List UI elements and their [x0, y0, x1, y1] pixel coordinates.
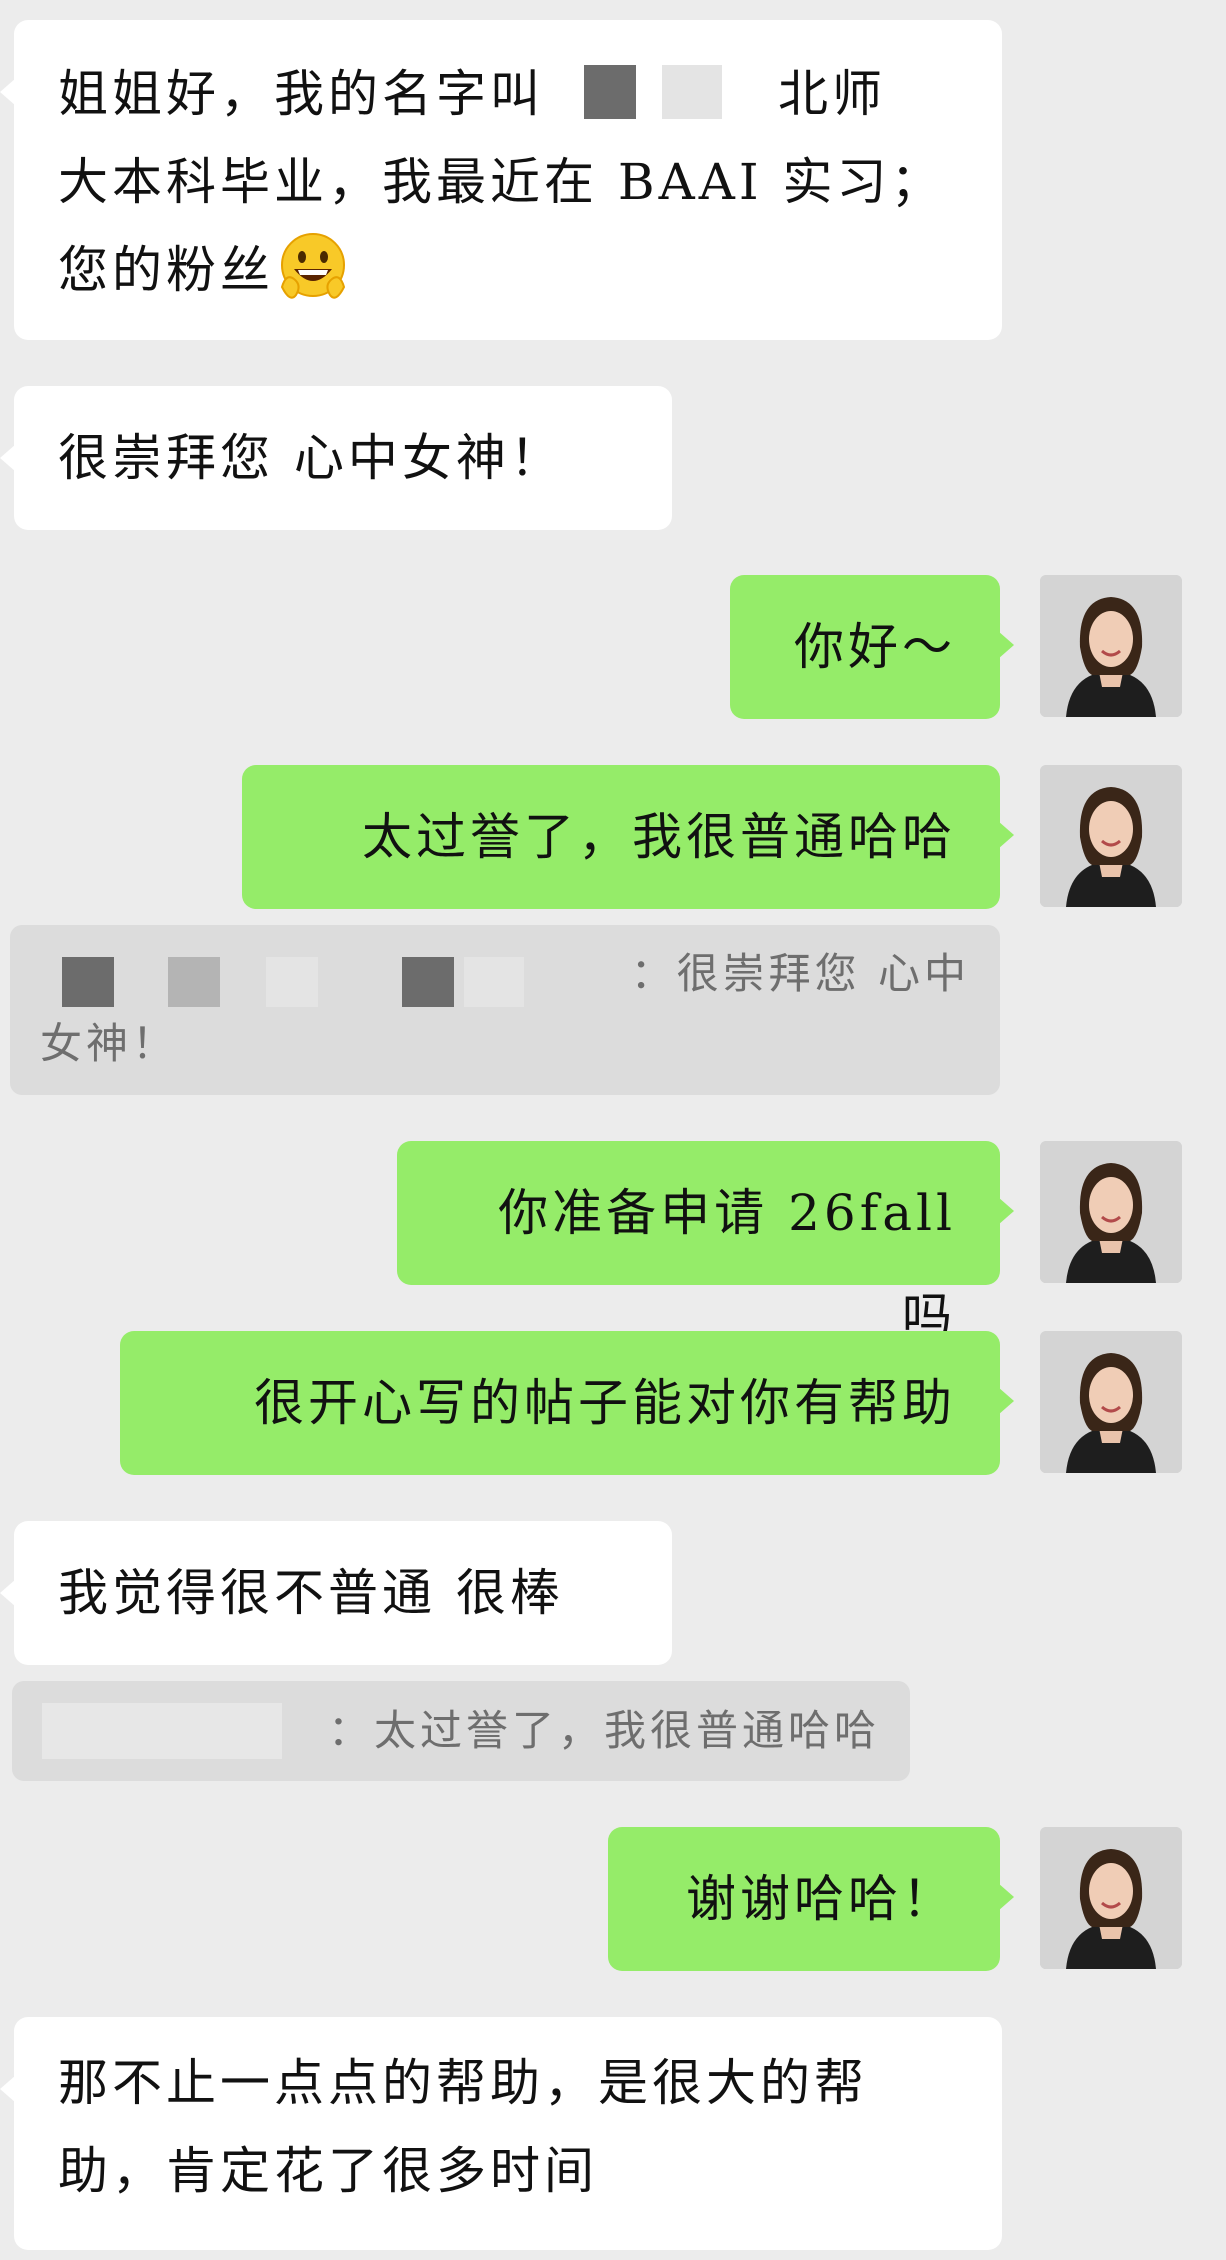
message-bubble-incoming[interactable]: 那不止一点点的帮助，是很大的帮 助，肯定花了很多时间: [0, 2017, 1002, 2250]
message-text: 我觉得很不普通 很棒: [58, 1564, 564, 1622]
redacted-name-block: [266, 957, 318, 1007]
message-text: 太过誉了，我很普通哈哈: [362, 808, 956, 866]
message-bubble-outgoing[interactable]: 谢谢哈哈！: [608, 1827, 1014, 1971]
message-bubble-outgoing[interactable]: 很开心写的帖子能对你有帮助: [120, 1331, 1014, 1475]
message-text: 那不止一点点的帮助，是很大的帮: [58, 2054, 868, 2112]
message-text: 你好～: [794, 618, 956, 676]
redacted-name-block: [168, 957, 220, 1007]
redacted-name-block: [402, 957, 454, 1007]
avatar[interactable]: [1040, 575, 1182, 717]
message-text: 助，肯定花了很多时间: [58, 2142, 598, 2200]
message-bubble-outgoing[interactable]: 太过誉了，我很普通哈哈: [242, 765, 1014, 909]
quoted-text: ：很崇拜您 心中: [630, 949, 970, 998]
message-text: 很崇拜您 心中女神！: [58, 429, 564, 487]
quoted-message[interactable]: ：太过誉了，我很普通哈哈: [12, 1681, 910, 1781]
quoted-text: 女神！: [40, 1019, 179, 1068]
avatar[interactable]: [1040, 1331, 1182, 1473]
redacted-name-block: [584, 65, 636, 119]
message-text: 北师: [778, 65, 886, 123]
message-text: 你准备申请 26fall 吗: [498, 1184, 956, 1346]
message-text: 大本科毕业，我最近在 BAAI 实习；: [58, 153, 945, 211]
message-text: 谢谢哈哈！: [686, 1870, 956, 1928]
message-bubble-incoming-intro[interactable]: 姐姐好，我的名字叫 北师 大本科毕业，我最近在 BAAI 实习； 您的粉丝: [0, 20, 1002, 340]
message-bubble-incoming[interactable]: 很崇拜您 心中女神！: [0, 386, 672, 530]
avatar[interactable]: [1040, 765, 1182, 907]
redacted-name-block: [662, 65, 722, 119]
message-text: 您的粉丝: [58, 241, 274, 299]
redacted-name-block: [62, 957, 114, 1007]
message-bubble-outgoing[interactable]: 你好～: [730, 575, 1014, 719]
redacted-name-block: [42, 1703, 282, 1759]
message-bubble-outgoing[interactable]: 你准备申请 26fall 吗: [397, 1141, 1014, 1346]
message-bubble-incoming[interactable]: 我觉得很不普通 很棒: [0, 1521, 672, 1665]
redacted-name-block: [464, 957, 524, 1007]
quoted-text: ：太过誉了，我很普通哈哈: [327, 1706, 880, 1755]
message-text: 姐姐好，我的名字叫: [58, 65, 544, 123]
quoted-message[interactable]: ：很崇拜您 心中 女神！: [10, 925, 1000, 1095]
avatar[interactable]: [1040, 1827, 1182, 1969]
message-text: 很开心写的帖子能对你有帮助: [254, 1374, 956, 1432]
grinning-face-peace-hands-emoji: [274, 229, 352, 307]
avatar[interactable]: [1040, 1141, 1182, 1283]
